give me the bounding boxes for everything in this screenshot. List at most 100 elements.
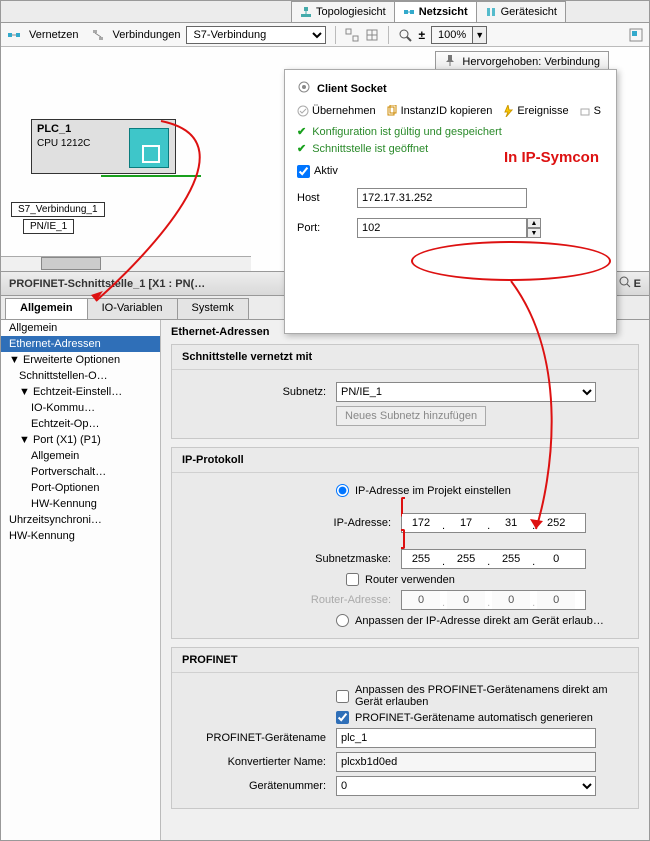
radio-ip-project-label: IP-Adresse im Projekt einstellen — [355, 485, 511, 497]
zoom-icon[interactable] — [398, 28, 412, 42]
inspector-title: PROFINET-Schnittstelle_1 [X1 : PN(… — [9, 278, 205, 290]
tab-device[interactable]: Gerätesicht — [476, 1, 566, 22]
ip-octet-1[interactable] — [402, 514, 440, 532]
ip-octet-4[interactable] — [537, 514, 575, 532]
tab-sysk[interactable]: Systemk — [177, 298, 249, 319]
router-checkbox-label: Router verwenden — [365, 574, 455, 586]
network-tool-icon[interactable] — [7, 28, 21, 42]
port-down-icon[interactable]: ▼ — [527, 228, 541, 238]
mask-label: Subnetzmaske: — [186, 553, 401, 565]
zoom-value: 100% — [432, 29, 472, 41]
subnet-label: Subnetz: — [186, 386, 336, 398]
zoom-dropdown-icon[interactable]: ▼ — [472, 27, 486, 43]
pn-conv-label: Konvertierter Name: — [186, 756, 336, 768]
radio-ip-device-label: Anpassen der IP-Adresse direkt am Gerät … — [355, 615, 604, 627]
search-icon[interactable] — [619, 276, 631, 291]
network-btn-label[interactable]: Vernetzen — [29, 29, 79, 41]
tree-item[interactable]: Portverschalt… — [1, 464, 160, 480]
client-socket-panel: Client Socket Übernehmen InstanzID kopie… — [284, 69, 617, 334]
tab-device-label: Gerätesicht — [501, 6, 557, 18]
ip-group-title: IP-Protokoll — [172, 448, 638, 473]
view-tabs: Topologiesicht Netzsicht Gerätesicht — [1, 1, 649, 23]
zoom-combo[interactable]: 100% ▼ — [431, 26, 487, 44]
copy-instance-button[interactable]: InstanzID kopieren — [386, 105, 493, 117]
subnet-tag[interactable]: PN/IE_1 — [23, 219, 74, 234]
host-input[interactable] — [357, 188, 527, 208]
tab-network[interactable]: Netzsicht — [394, 1, 477, 22]
tab-general[interactable]: Allgemein — [5, 298, 88, 319]
router-address-field: . . . — [401, 590, 586, 610]
tree-item[interactable]: Echtzeit-Op… — [1, 416, 160, 432]
pin-icon[interactable] — [444, 54, 456, 69]
host-label: Host — [297, 192, 357, 204]
tree-item[interactable]: HW-Kennung — [1, 496, 160, 512]
tab-network-label: Netzsicht — [419, 6, 468, 18]
ip-octet-3[interactable] — [492, 514, 530, 532]
property-details: Ethernet-Adressen Schnittstelle vernetzt… — [161, 320, 649, 840]
connection-line[interactable] — [101, 175, 201, 177]
status-config-ok: Konfiguration ist gültig und gespeichert — [297, 125, 604, 138]
mask-octet-1[interactable] — [402, 550, 440, 568]
tab-topology-label: Topologiesicht — [316, 6, 386, 18]
connection-type-select[interactable]: S7-Verbindung — [186, 26, 326, 44]
horizontal-scrollbar[interactable] — [1, 256, 251, 271]
addresses-icon[interactable] — [365, 28, 379, 42]
pn-edit-label: Anpassen des PROFINET-Gerätenamens direk… — [355, 684, 615, 708]
zoom-reset[interactable]: ± — [418, 28, 425, 42]
router-checkbox[interactable] — [346, 573, 359, 586]
tree-item[interactable]: Port-Optionen — [1, 480, 160, 496]
mask-octet-4[interactable] — [537, 550, 575, 568]
socket-icon — [297, 80, 311, 97]
highlight-label: Hervorgehoben: Verbindung — [462, 56, 600, 68]
property-tree[interactable]: AllgemeinEthernet-Adressen▼ Erweiterte O… — [1, 320, 161, 840]
topology-icon — [300, 6, 312, 18]
apply-button[interactable]: Übernehmen — [297, 105, 376, 117]
subnet-select[interactable]: PN/IE_1 — [336, 382, 596, 402]
tree-item[interactable]: HW-Kennung — [1, 528, 160, 544]
profinet-group-title: PROFINET — [172, 648, 638, 673]
connections-btn-label[interactable]: Verbindungen — [113, 29, 181, 41]
ip-address-highlight: . . . — [401, 497, 624, 549]
tree-item[interactable]: Ethernet-Adressen — [1, 336, 160, 352]
router-label: Router-Adresse: — [186, 594, 401, 606]
pn-num-select[interactable]: 0 — [336, 776, 596, 796]
tab-iovars[interactable]: IO-Variablen — [87, 298, 178, 319]
radio-ip-device[interactable] — [336, 614, 349, 627]
tree-item[interactable]: Allgemein — [1, 320, 160, 336]
ip-octet-2[interactable] — [447, 514, 485, 532]
subnet-mask-field[interactable]: . . . — [401, 549, 586, 569]
pn-edit-checkbox[interactable] — [336, 690, 349, 703]
mask-octet-2[interactable] — [447, 550, 485, 568]
ip-address-field[interactable]: . . . — [401, 513, 586, 533]
annotation-ip-symcon: In IP-Symcon — [504, 149, 599, 166]
pn-auto-label: PROFINET-Gerätename automatisch generier… — [355, 712, 593, 724]
tree-item[interactable]: Uhrzeitsynchroni… — [1, 512, 160, 528]
pn-name-input[interactable] — [336, 728, 596, 748]
pn-auto-checkbox[interactable] — [336, 711, 349, 724]
connection-tag[interactable]: S7_Verbindung_1 — [11, 202, 105, 217]
tree-item[interactable]: Allgemein — [1, 448, 160, 464]
overview-icon[interactable] — [629, 28, 643, 42]
connections-tool-icon[interactable] — [91, 28, 105, 42]
tree-item[interactable]: ▼ Erweiterte Optionen — [1, 352, 160, 368]
mask-octet-3[interactable] — [492, 550, 530, 568]
tree-item[interactable]: ▼ Port (X1) (P1) — [1, 432, 160, 448]
relations-icon[interactable] — [345, 28, 359, 42]
radio-ip-project[interactable] — [336, 484, 349, 497]
tree-item[interactable]: Schnittstellen-O… — [1, 368, 160, 384]
pn-name-label: PROFINET-Gerätename — [186, 732, 336, 744]
tree-item[interactable]: IO-Kommu… — [1, 400, 160, 416]
port-input[interactable] — [357, 218, 527, 238]
network-icon — [403, 6, 415, 18]
plc-port-icon[interactable] — [129, 128, 169, 168]
active-checkbox[interactable] — [297, 165, 310, 178]
tree-item[interactable]: ▼ Echtzeit-Einstell… — [1, 384, 160, 400]
tab-topology[interactable]: Topologiesicht — [291, 1, 395, 22]
events-button[interactable]: Ereignisse — [502, 105, 568, 117]
plc-device[interactable]: PLC_1 CPU 1212C — [31, 119, 176, 174]
port-up-icon[interactable]: ▲ — [527, 218, 541, 228]
port-label: Port: — [297, 222, 357, 234]
misc-button[interactable]: S — [579, 105, 601, 117]
active-label: Aktiv — [314, 165, 338, 178]
pn-conv-input — [336, 752, 596, 772]
